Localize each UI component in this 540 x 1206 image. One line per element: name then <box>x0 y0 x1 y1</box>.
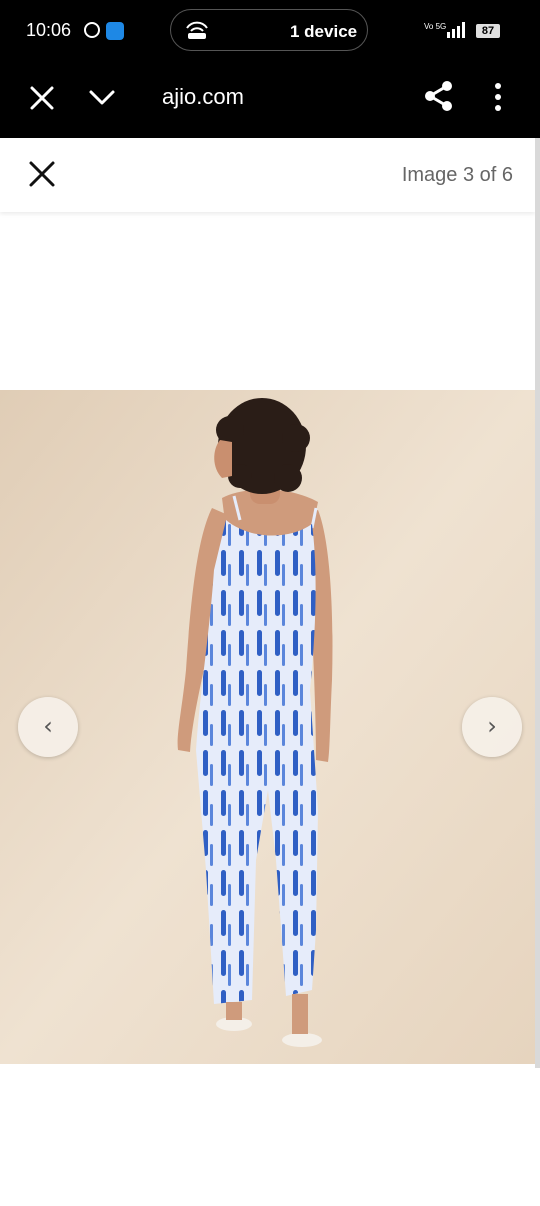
browser-toolbar: ajio.com <box>0 62 540 138</box>
cast-icon <box>186 21 208 39</box>
chevron-down-icon[interactable] <box>88 86 116 110</box>
more-options-icon[interactable] <box>490 82 506 112</box>
close-viewer-icon[interactable] <box>28 160 56 188</box>
scrollbar[interactable] <box>535 138 540 1068</box>
network-indicator: Vo 5G <box>424 22 447 31</box>
url-text[interactable]: ajio.com <box>162 84 244 110</box>
cast-device-label: 1 device <box>290 22 358 41</box>
status-time: 10:06 <box>26 20 72 40</box>
next-image-button[interactable]: › <box>462 697 522 757</box>
chevron-right-icon: › <box>487 712 497 740</box>
previous-image-button[interactable]: ‹ <box>18 697 78 757</box>
signal-icon <box>447 22 465 38</box>
close-tab-icon[interactable] <box>28 84 56 112</box>
model-illustration <box>0 390 535 1064</box>
share-icon[interactable] <box>424 80 454 112</box>
chevron-left-icon: ‹ <box>43 712 53 740</box>
whatsapp-icon <box>84 22 100 38</box>
app-notification-icon <box>106 22 124 40</box>
product-image[interactable]: ‹ › <box>0 390 535 1064</box>
image-counter: Image 3 of 6 <box>401 164 513 186</box>
image-viewer-header: Image 3 of 6 <box>0 138 535 212</box>
battery-icon: 87 <box>476 24 500 38</box>
status-bar: 10:06 1 device Vo 5G 87 <box>0 0 540 62</box>
